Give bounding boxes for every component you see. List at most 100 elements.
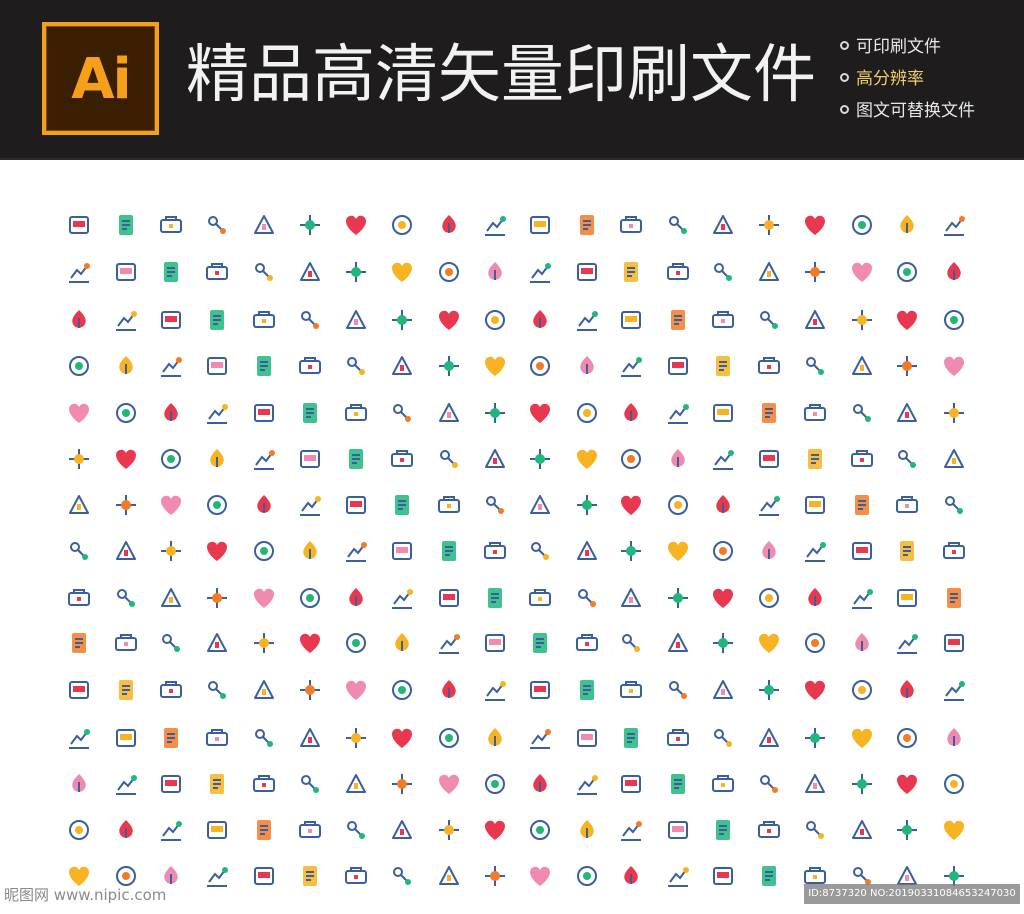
notebook-icon <box>65 306 93 334</box>
atom-target-icon <box>65 770 93 798</box>
open-sign-icon <box>112 584 140 612</box>
browser-icon <box>664 399 692 427</box>
hockey-stick-icon <box>112 491 140 519</box>
notepad-icon <box>203 399 231 427</box>
shoe-icon <box>664 211 692 239</box>
bullet-icon <box>840 72 849 82</box>
laptop-icon <box>435 445 463 473</box>
24-hours-icon <box>296 584 324 612</box>
strategy-icon <box>848 258 876 286</box>
co2-icon <box>296 211 324 239</box>
feature-label: 可印刷文件 <box>856 37 941 57</box>
helmet-icon <box>65 491 93 519</box>
jump-rope-icon <box>157 491 185 519</box>
film-icon <box>573 724 601 752</box>
office-building-icon <box>342 862 370 890</box>
bezier-icon <box>940 445 968 473</box>
skull-icon <box>296 770 324 798</box>
water-drop-icon <box>388 258 416 286</box>
bell-icon <box>435 676 463 704</box>
ambulance-icon <box>526 537 554 565</box>
star-icon <box>664 258 692 286</box>
hidden-icon <box>755 445 783 473</box>
database-icon <box>526 399 554 427</box>
plus-circle-icon <box>342 724 370 752</box>
discount-icon <box>250 584 278 612</box>
storefront-icon <box>157 584 185 612</box>
hanger-icon <box>296 629 324 657</box>
shopping-basket-icon <box>435 584 463 612</box>
watermark-id: ID:8737320 NO:20190331084653247030 <box>804 884 1020 904</box>
ruler-triangle-icon <box>250 306 278 334</box>
layers-icon <box>526 445 554 473</box>
support-agent-icon <box>617 211 645 239</box>
icon-grid <box>0 160 1024 914</box>
eye-icon <box>801 445 829 473</box>
page-title: 精品高清矢量印刷文件 <box>186 38 816 111</box>
logo-text: Ai <box>71 47 132 112</box>
color-swatch-icon <box>848 445 876 473</box>
shopping-bag-icon <box>250 629 278 657</box>
web-globe-icon <box>848 399 876 427</box>
exercise-bike-icon <box>157 537 185 565</box>
robot-arm-icon <box>617 770 645 798</box>
stopwatch-icon <box>296 862 324 890</box>
claw-icon <box>755 724 783 752</box>
zoom-in-icon <box>617 491 645 519</box>
fridge-double-icon <box>573 676 601 704</box>
puzzle-icon <box>801 258 829 286</box>
potion-icon <box>893 258 921 286</box>
road-icon <box>755 306 783 334</box>
volleyball-icon <box>203 491 231 519</box>
test-tube-icon <box>388 816 416 844</box>
sneaker-icon <box>157 629 185 657</box>
mixer-icon <box>940 676 968 704</box>
resize-corner-icon <box>250 676 278 704</box>
bow-arrow-icon <box>526 258 554 286</box>
wheelchair-icon <box>940 584 968 612</box>
delivery-truck-icon <box>388 584 416 612</box>
goal-icon <box>65 537 93 565</box>
erlenmeyer-icon <box>481 816 509 844</box>
dropper-icon <box>435 816 463 844</box>
beaker-icon <box>342 816 370 844</box>
bee-icon <box>250 211 278 239</box>
battery-icon <box>481 491 509 519</box>
shield-plus-icon <box>755 862 783 890</box>
header-banner: Ai 精品高清矢量印刷文件 可印刷文件 高分辨率 图文可替换文件 <box>0 0 1024 160</box>
signature-icon <box>526 816 554 844</box>
crossed-swords-icon <box>709 258 737 286</box>
monitor-stand-icon <box>617 445 645 473</box>
apple-icon <box>65 352 93 380</box>
soccer-field-icon <box>388 537 416 565</box>
plant-icon <box>65 211 93 239</box>
hourglass-icon <box>157 676 185 704</box>
award-icon <box>250 352 278 380</box>
recycle-triangle-icon <box>342 258 370 286</box>
wifi-icon <box>940 352 968 380</box>
share-icon <box>893 399 921 427</box>
unlock-icon <box>112 676 140 704</box>
tie-icon <box>893 816 921 844</box>
radiator-icon <box>709 629 737 657</box>
explosion-icon <box>755 770 783 798</box>
speaker-icon <box>296 676 324 704</box>
mouse-icon <box>157 445 185 473</box>
certificate-icon <box>157 306 185 334</box>
feature-item: 可印刷文件 <box>840 34 1020 66</box>
bank-icon <box>573 816 601 844</box>
open-book-icon <box>388 352 416 380</box>
clipboard-icon <box>940 537 968 565</box>
bone-icon <box>755 537 783 565</box>
pill-icon <box>893 537 921 565</box>
soccer-ball-icon <box>481 537 509 565</box>
receipt-icon <box>342 629 370 657</box>
flask-icon <box>435 770 463 798</box>
gear-icon <box>526 770 554 798</box>
team-icon <box>435 862 463 890</box>
menu-icon <box>481 724 509 752</box>
iv-bag-icon <box>526 584 554 612</box>
stomach-icon <box>617 584 645 612</box>
kidneys-icon <box>709 584 737 612</box>
atom-icon <box>296 816 324 844</box>
